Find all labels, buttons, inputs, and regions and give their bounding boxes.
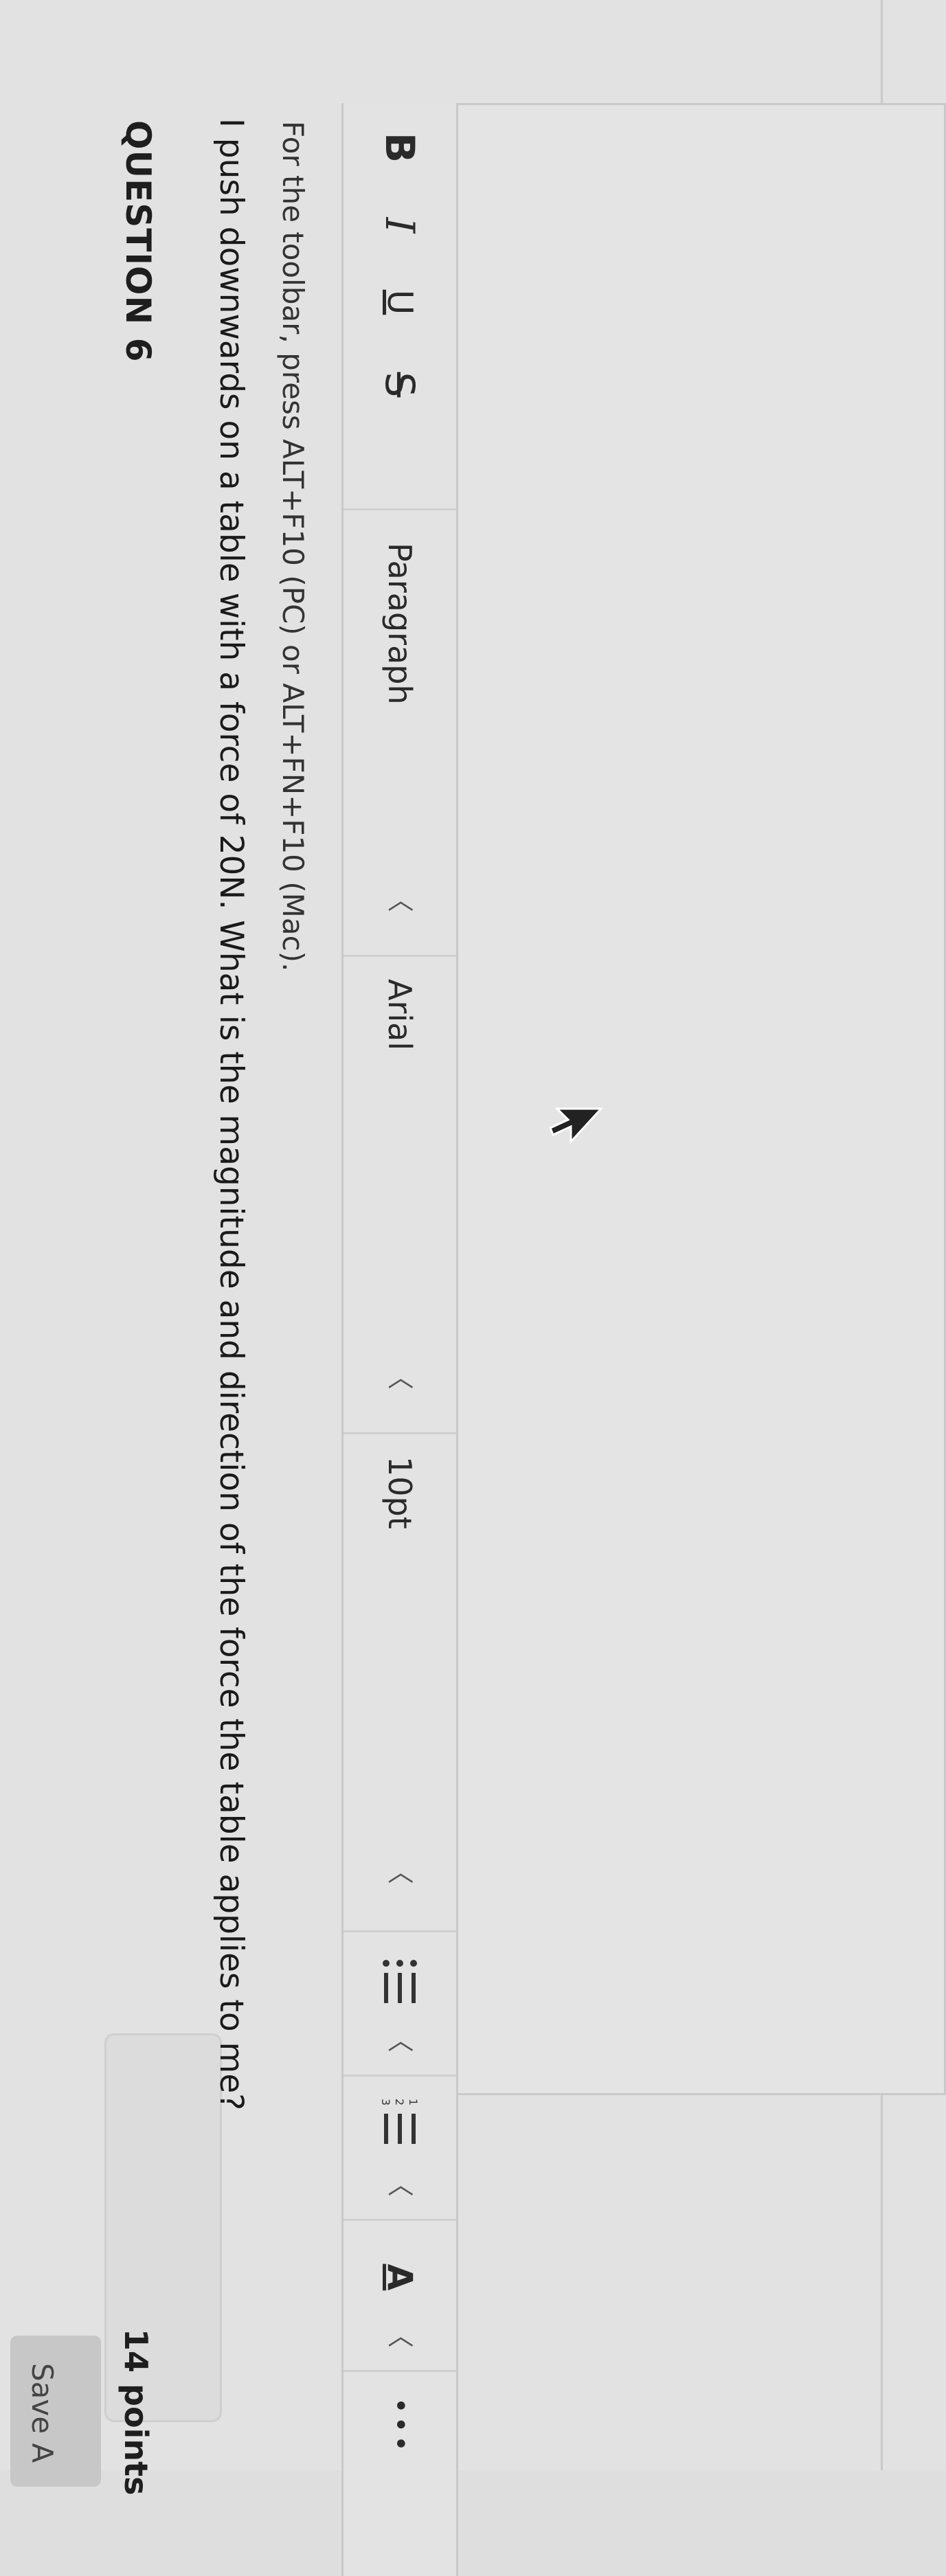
paragraph-select[interactable]: Paragraph [344, 543, 456, 705]
question-text: I push downwards on a table with a force… [212, 118, 250, 2111]
editor-toolbar: B I U S Paragraph 〈 Arial 〈 10pt 〈 〈 1 2… [341, 103, 458, 2576]
mouse-cursor-icon [545, 1106, 604, 1147]
toolbar-separator [344, 955, 456, 957]
question-page: QUESTION 6 14 points Save A I push downw… [0, 0, 946, 2576]
toolbar-separator [344, 2370, 456, 2372]
font-size-chevron-icon[interactable]: 〈 [344, 1858, 456, 1884]
paragraph-chevron-icon[interactable]: 〈 [344, 886, 456, 912]
svg-text:1: 1 [407, 2099, 420, 2105]
underline-button[interactable]: U [344, 268, 456, 337]
toolbar-separator [344, 1930, 456, 1932]
numbered-list-icon[interactable]: 1 2 3 [379, 2099, 420, 2147]
toolbar-separator [344, 2219, 456, 2221]
points-label: 14 points [117, 2329, 155, 2496]
svg-text:2: 2 [393, 2099, 406, 2105]
toolbar-hint: For the toolbar, press ALT+F10 (PC) or A… [276, 121, 310, 972]
bold-button[interactable]: B [344, 110, 456, 185]
bullet-list-chevron-icon[interactable]: 〈 [344, 2026, 456, 2053]
font-chevron-icon[interactable]: 〈 [344, 1364, 456, 1390]
more-icon[interactable]: ••• [344, 2397, 456, 2454]
svg-text:3: 3 [379, 2099, 392, 2105]
toolbar-separator [344, 508, 456, 510]
answer-editor[interactable] [451, 103, 946, 2095]
text-color-button[interactable]: A [344, 2246, 456, 2308]
numbered-list-chevron-icon[interactable]: 〈 [344, 2171, 456, 2197]
toolbar-separator [344, 2075, 456, 2077]
save-answer-button[interactable]: Save A [10, 2336, 101, 2487]
bullet-list-icon[interactable] [379, 1958, 420, 2006]
text-color-chevron-icon[interactable]: 〈 [344, 2322, 456, 2348]
italic-button[interactable]: I [344, 191, 456, 260]
question-title: QUESTION 6 [118, 120, 158, 363]
toolbar-separator [344, 1432, 456, 1434]
font-size-select[interactable]: 10pt [344, 1456, 456, 1529]
strikethrough-button[interactable]: S [344, 347, 456, 422]
font-select[interactable]: Arial [344, 979, 456, 1050]
